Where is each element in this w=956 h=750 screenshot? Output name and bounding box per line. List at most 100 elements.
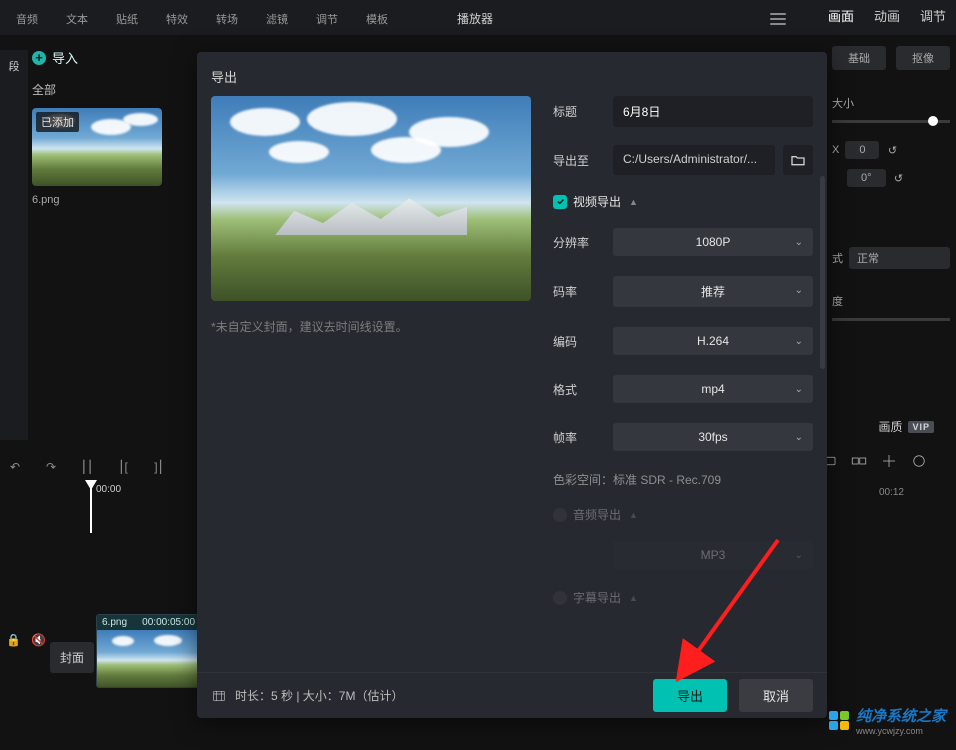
lock-icon[interactable]: 🔒 [6, 633, 21, 647]
subtitle-export-section[interactable]: 字幕导出 ▲ [553, 589, 813, 606]
x-value[interactable]: 0 [845, 141, 879, 159]
radio-off-icon [553, 508, 567, 522]
title-input[interactable]: 6月8日 [613, 96, 813, 127]
cover-button[interactable]: 封面 [50, 642, 94, 673]
encode-select[interactable]: H.264 ⌄ [613, 327, 813, 355]
export-modal: 导出 *未自定义封面，建议去时间线设置。 标题 6月8日 导出至 [197, 52, 827, 718]
x-label: X [832, 144, 839, 156]
collapse-icon: ▲ [629, 593, 638, 603]
player-header: 播放器 [445, 6, 786, 31]
export-button[interactable]: 导出 [653, 679, 727, 712]
another-slider[interactable] [832, 318, 950, 321]
size-slider[interactable] [832, 120, 950, 123]
format-select[interactable]: mp4 ⌄ [613, 375, 813, 403]
playhead-time: 00:00 [96, 484, 121, 495]
tab-canvas[interactable]: 画面 [828, 6, 854, 25]
chevron-down-icon: ⌄ [795, 432, 803, 443]
title-label: 标题 [553, 103, 613, 120]
fps-value: 30fps [698, 430, 727, 444]
split-right-icon[interactable]: ]⎮ [150, 460, 168, 474]
import-button[interactable]: + 导入 [32, 48, 192, 67]
footer-info-text: 时长：5 秒 | 大小：7M（估计） [235, 687, 403, 704]
added-badge: 已添加 [36, 112, 79, 132]
chevron-down-icon: ⌄ [795, 237, 803, 248]
timeline-clip[interactable]: 6.png 00:00:05:00 [96, 614, 201, 688]
undo-icon[interactable]: ↺ [885, 144, 899, 157]
tool-filter[interactable]: 滤镜 [252, 0, 302, 35]
checkbox-icon [553, 195, 567, 209]
tab-adjust[interactable]: 调节 [920, 6, 946, 25]
format-label: 格式 [553, 381, 613, 398]
playhead[interactable] [90, 481, 92, 533]
right-btn-matte[interactable]: 抠像 [896, 46, 950, 70]
audio-format-value: MP3 [701, 548, 726, 562]
right-tabs: 画面 动画 调节 [828, 6, 946, 25]
thumb-name: 6.png [32, 194, 192, 206]
collapse-icon: ▲ [629, 197, 638, 207]
path-input[interactable]: C:/Users/Administrator/... [613, 145, 775, 175]
tl-icon-2[interactable] [850, 452, 868, 473]
tool-fx[interactable]: 特效 [152, 0, 202, 35]
clip-time: 00:00:05:00 [142, 617, 195, 628]
tool-sticker[interactable]: 贴纸 [102, 0, 152, 35]
media-import-area: + 导入 全部 已添加 6.png [32, 48, 192, 206]
mode-value[interactable]: 正常 [849, 247, 950, 269]
fps-label: 帧率 [553, 429, 613, 446]
bitrate-value: 推荐 [701, 283, 725, 300]
tool-text[interactable]: 文本 [52, 0, 102, 35]
right-btn-basic[interactable]: 基础 [832, 46, 886, 70]
clip-name: 6.png [102, 617, 127, 628]
tool-template[interactable]: 模板 [352, 0, 402, 35]
video-section-label: 视频导出 [573, 193, 621, 210]
chevron-down-icon: ⌄ [795, 384, 803, 395]
redo-icon[interactable]: ↷ [42, 460, 60, 474]
mute-icon[interactable]: 🔇 [31, 633, 46, 647]
tl-icon-4[interactable] [910, 452, 928, 473]
video-export-section[interactable]: 视频导出 ▲ [553, 193, 813, 210]
import-label: 导入 [52, 48, 78, 67]
export-preview [211, 96, 531, 301]
watermark-url: www.ycwjzy.com [856, 726, 946, 736]
vip-badge: VIP [908, 421, 934, 433]
fps-select[interactable]: 30fps ⌄ [613, 423, 813, 451]
sidebar-item[interactable]: 段 [0, 50, 28, 82]
path-label: 导出至 [553, 152, 613, 169]
watermark-text: 纯净系统之家 [856, 708, 946, 725]
split-left-icon[interactable]: ⎮[ [114, 460, 132, 474]
tool-adjust[interactable]: 调节 [302, 0, 352, 35]
modal-scrollbar[interactable] [820, 176, 825, 369]
encode-label: 编码 [553, 333, 613, 350]
bitrate-select[interactable]: 推荐 ⌄ [613, 276, 813, 307]
rot-value[interactable]: 0° [847, 169, 886, 187]
subtitle-section-label: 字幕导出 [573, 589, 621, 606]
chevron-down-icon: ⌄ [795, 285, 803, 296]
tl-icon-3[interactable] [880, 452, 898, 473]
modal-title: 导出 [197, 52, 827, 96]
player-title: 播放器 [457, 10, 493, 27]
resolution-value: 1080P [696, 235, 731, 249]
format-value: mp4 [701, 382, 724, 396]
track-icons: 🔒 🔇 [6, 633, 46, 647]
chevron-down-icon: ⌄ [795, 336, 803, 347]
split-icon[interactable]: ⎮⎮ [78, 460, 96, 474]
resolution-label: 分辨率 [553, 234, 613, 251]
collapse-icon: ▲ [629, 510, 638, 520]
slider-knob[interactable] [928, 116, 938, 126]
film-icon [211, 688, 227, 704]
tool-transition[interactable]: 转场 [202, 0, 252, 35]
right-panel: 基础 抠像 大小 X 0 ↺ 0° ↺ 式 正常 度 [826, 40, 956, 440]
export-form: 标题 6月8日 导出至 C:/Users/Administrator/... 视… [553, 96, 813, 624]
tab-anim[interactable]: 动画 [874, 6, 900, 25]
resolution-select[interactable]: 1080P ⌄ [613, 228, 813, 256]
player-menu-icon[interactable] [770, 13, 786, 25]
cancel-button[interactable]: 取消 [739, 679, 813, 712]
media-thumb[interactable]: 已添加 [32, 108, 162, 186]
tool-audio[interactable]: 音频 [2, 0, 52, 35]
audio-export-section[interactable]: 音频导出 ▲ [553, 506, 813, 523]
undo-icon[interactable]: ↶ [6, 460, 24, 474]
browse-button[interactable] [783, 145, 813, 175]
radio-off-icon [553, 591, 567, 605]
quality-indicator: 画质 VIP [878, 418, 934, 435]
undo-icon-2[interactable]: ↺ [892, 172, 906, 185]
media-all[interactable]: 全部 [32, 81, 192, 98]
